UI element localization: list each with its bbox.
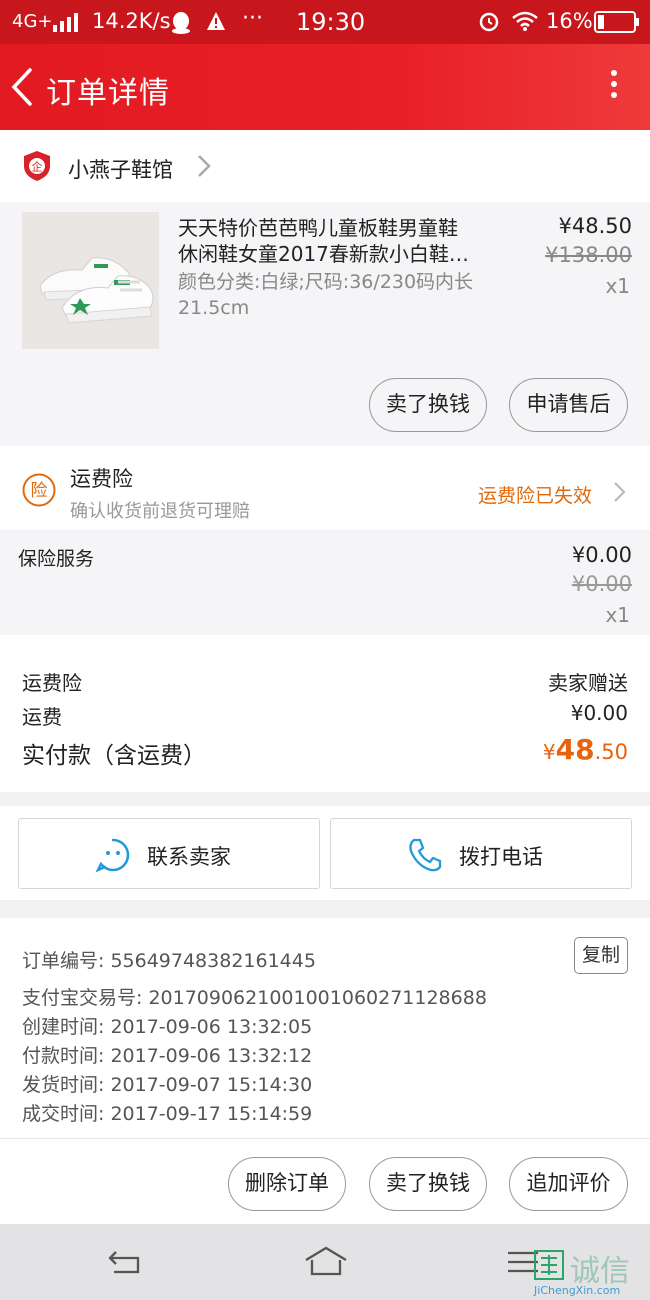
svg-text:企: 企 — [32, 160, 43, 174]
chevron-right-icon — [198, 155, 211, 177]
order-info: 订单编号: 55649748382161445 复制 支付宝交易号: 20170… — [0, 918, 650, 1138]
sell-button[interactable]: 卖了换钱 — [369, 378, 487, 432]
service-price: ¥0.00 — [571, 543, 632, 567]
product-original-price: ¥138.00 — [545, 243, 632, 267]
call-label: 拨打电话 — [459, 845, 543, 869]
service-quantity: x1 — [605, 603, 630, 627]
paid-time: 付款时间: 2017-09-06 13:32:12 — [22, 1045, 313, 1067]
service-label: 保险服务 — [18, 548, 95, 570]
dot-icon — [611, 81, 617, 87]
shop-badge-icon: 企 — [24, 151, 50, 181]
add-review-button[interactable]: 追加评价 — [509, 1157, 628, 1211]
watermark: 诚信 JiChengXin.com — [532, 1248, 644, 1298]
product-title-line: 休闲鞋女童2017春新款小白鞋… — [178, 242, 469, 266]
qq-icon — [172, 12, 190, 34]
warning-icon — [207, 12, 225, 30]
dot-icon — [611, 92, 617, 98]
dot-icon — [611, 70, 617, 76]
price-summary: 运费险 卖家赠送 运费 ¥0.00 实付款（含运费） ¥48.50 — [0, 635, 650, 792]
more-notifications: ··· — [242, 6, 263, 31]
alipay-number: 支付宝交易号: 2017090621001001060271128688 — [22, 987, 487, 1009]
freight-value: ¥0.00 — [570, 701, 628, 725]
insurance-icon: 险 — [22, 473, 56, 507]
completed-time: 成交时间: 2017-09-17 15:14:59 — [22, 1103, 313, 1125]
sell-button[interactable]: 卖了换钱 — [369, 1157, 487, 1211]
total-label: 实付款（含运费） — [22, 743, 206, 769]
product-price: ¥48.50 — [558, 214, 632, 238]
product-quantity: x1 — [605, 274, 630, 298]
insurance-title: 运费险 — [70, 467, 133, 491]
contact-seller-button[interactable]: 联系卖家 — [18, 818, 320, 889]
insurance-status: 运费险已失效 — [478, 485, 593, 507]
total-amount: ¥48.50 — [543, 733, 628, 766]
after-sale-button[interactable]: 申请售后 — [509, 378, 628, 432]
chat-icon — [95, 838, 130, 873]
back-nav-icon[interactable] — [106, 1248, 142, 1276]
product-title[interactable]: 天天特价芭芭鸭儿童板鞋男童鞋 休闲鞋女童2017春新款小白鞋… — [178, 215, 493, 267]
page-title: 订单详情 — [46, 76, 170, 111]
home-nav-icon[interactable] — [304, 1246, 348, 1276]
created-time: 创建时间: 2017-09-06 13:32:05 — [22, 1016, 313, 1038]
svg-text:险: 险 — [31, 481, 48, 501]
wifi-icon — [512, 11, 538, 31]
product-card: 天天特价芭芭鸭儿童板鞋男童鞋 休闲鞋女童2017春新款小白鞋… 颜色分类:白绿;… — [0, 202, 650, 446]
contact-section: 联系卖家 拨打电话 — [0, 806, 650, 900]
insurance-summary-value: 卖家赠送 — [548, 671, 628, 695]
freight-label: 运费 — [22, 705, 62, 729]
alarm-icon — [479, 12, 499, 32]
currency-symbol: ¥ — [542, 740, 556, 764]
shop-row[interactable]: 企 小燕子鞋馆 — [0, 130, 650, 202]
chevron-right-icon — [614, 482, 626, 502]
product-spec: 颜色分类:白绿;尺码:36/230码内长21.5cm — [178, 271, 474, 319]
copy-button[interactable]: 复制 — [574, 937, 628, 974]
app-header: 订单详情 — [0, 44, 650, 130]
call-button[interactable]: 拨打电话 — [330, 818, 632, 889]
battery-icon — [594, 11, 639, 33]
total-integer: 48 — [555, 733, 595, 766]
shop-name: 小燕子鞋馆 — [68, 158, 173, 182]
insurance-subtitle: 确认收货前退货可理赔 — [70, 501, 250, 522]
contact-seller-label: 联系卖家 — [147, 845, 231, 869]
delete-order-button[interactable]: 删除订单 — [228, 1157, 346, 1211]
bottom-action-bar: 删除订单 卖了换钱 追加评价 — [0, 1138, 650, 1224]
clock: 19:30 — [296, 8, 366, 36]
watermark-logo-icon — [534, 1250, 564, 1280]
product-title-line: 天天特价芭芭鸭儿童板鞋男童鞋 — [178, 216, 458, 240]
watermark-site: JiChengXin.com — [534, 1284, 621, 1297]
phone-icon — [409, 838, 442, 872]
more-menu-button[interactable] — [604, 66, 624, 110]
total-decimal: .50 — [594, 740, 628, 764]
shipped-time: 发货时间: 2017-09-07 15:14:30 — [22, 1074, 313, 1096]
network-type: 4G+ — [12, 11, 53, 32]
service-original-price: ¥0.00 — [571, 572, 632, 596]
product-image[interactable] — [22, 212, 159, 349]
battery-level: 16% — [546, 9, 593, 33]
insurance-summary-label: 运费险 — [22, 671, 82, 695]
network-speed: 14.2K/s — [92, 9, 171, 33]
system-nav-bar: 诚信 JiChengXin.com — [0, 1224, 650, 1300]
back-button[interactable] — [8, 64, 48, 110]
shipping-insurance-row[interactable]: 险 运费险 确认收货前退货可理赔 运费险已失效 — [0, 446, 650, 530]
shoe-image — [22, 212, 159, 349]
status-bar: 4G+ 14.2K/s ··· 19:30 16% — [0, 0, 650, 44]
signal-icon — [53, 13, 78, 32]
order-number: 订单编号: 55649748382161445 — [22, 950, 316, 972]
insurance-service-item: 保险服务 ¥0.00 ¥0.00 x1 — [0, 531, 650, 635]
chevron-left-icon — [11, 68, 32, 106]
